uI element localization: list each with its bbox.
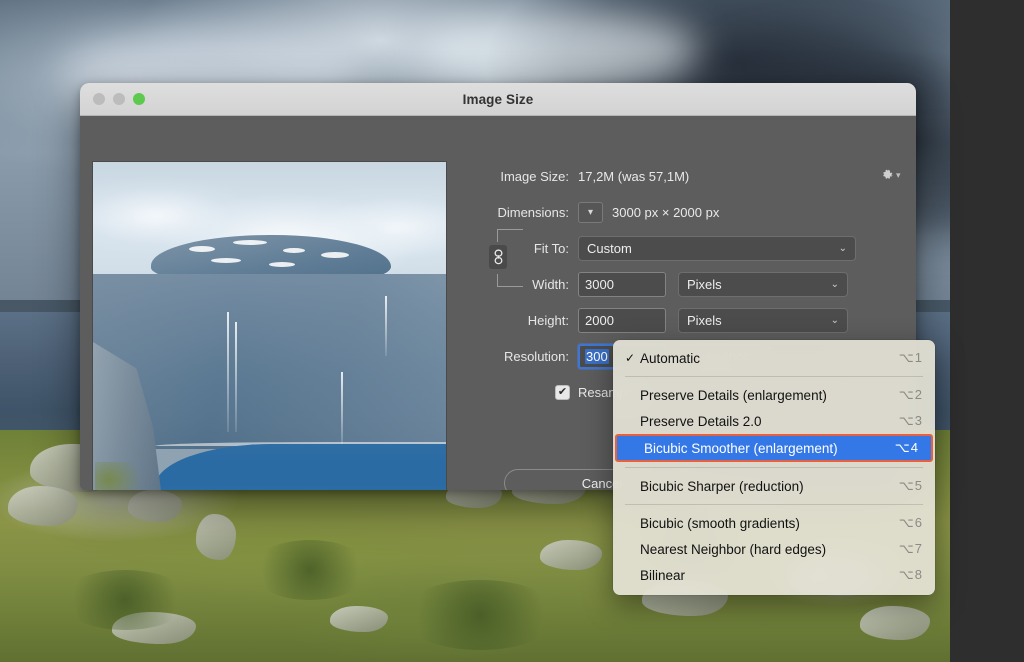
preview-waterfall (385, 296, 387, 356)
menu-item-label: Preserve Details 2.0 (640, 414, 899, 429)
dimensions-value: 3000 px × 2000 px (612, 205, 719, 220)
menu-item-shortcut: ⌥5 (899, 478, 923, 494)
resolution-label: Resolution: (472, 349, 578, 364)
preview-snow (321, 252, 349, 258)
resample-checkbox[interactable]: ✔ (555, 385, 570, 400)
height-unit-select[interactable]: Pixels ⌄ (678, 308, 848, 333)
gear-caret-icon: ▾ (896, 171, 901, 180)
height-value: 2000 (585, 313, 614, 328)
menu-item[interactable]: Bicubic Smoother (enlargement)⌥4 (615, 434, 933, 462)
screen: Image Size (0, 0, 1024, 662)
preview-snow (211, 258, 241, 263)
menu-item-label: Bilinear (640, 568, 899, 583)
rock (860, 606, 930, 640)
preview-waterfall (235, 322, 237, 432)
rock (540, 540, 602, 570)
menu-item[interactable]: Preserve Details (enlargement)⌥2 (613, 382, 935, 408)
menu-item-shortcut: ⌥8 (899, 567, 923, 583)
screen-right-margin (950, 0, 1024, 662)
preview-lake (155, 444, 446, 490)
menu-item[interactable]: Preserve Details 2.0⌥3 (613, 408, 935, 434)
rock (8, 486, 78, 526)
menu-item-label: Nearest Neighbor (hard edges) (640, 542, 899, 557)
menu-item-label: Bicubic Smoother (enlargement) (644, 441, 895, 456)
row-height: Height: 2000 Pixels ⌄ (472, 305, 904, 335)
checkmark-icon: ✔ (558, 387, 567, 398)
row-image-size: Image Size: 17,2M (was 57,1M) (472, 161, 904, 191)
rock (196, 514, 236, 560)
dimensions-chevron-down-icon[interactable]: ▾ (578, 202, 603, 223)
chevron-down-icon: ⌄ (839, 243, 847, 254)
rock (128, 490, 182, 522)
menu-item[interactable]: Bicubic Sharper (reduction)⌥5 (613, 473, 935, 499)
image-size-label: Image Size: (472, 169, 578, 184)
menu-item-label: Automatic (640, 351, 899, 366)
width-input[interactable]: 3000 (578, 272, 666, 297)
preview-waterfall (341, 372, 343, 448)
menu-item-label: Bicubic (smooth gradients) (640, 516, 899, 531)
preview-snow (283, 248, 305, 253)
width-value: 3000 (585, 277, 614, 292)
cloud-wisp (420, 10, 700, 90)
preview-moss (95, 462, 141, 490)
image-preview[interactable] (92, 161, 447, 490)
preview-waterfall (227, 312, 229, 432)
dimensions-label: Dimensions: (472, 205, 578, 220)
dialog-title: Image Size (80, 92, 916, 107)
fit-to-value: Custom (587, 241, 632, 256)
menu-item-label: Preserve Details (enlargement) (640, 388, 899, 403)
row-width: Width: 3000 Pixels ⌄ (472, 269, 904, 299)
menu-item-shortcut: ⌥3 (899, 413, 923, 429)
menu-separator (625, 504, 923, 505)
chevron-down-icon: ⌄ (831, 279, 839, 290)
dialog-titlebar[interactable]: Image Size (80, 83, 916, 116)
width-label: Width: (472, 277, 578, 292)
height-unit-value: Pixels (687, 313, 722, 328)
preview-snow (233, 240, 267, 245)
fit-to-select[interactable]: Custom ⌄ (578, 236, 856, 261)
row-dimensions: Dimensions: ▾ 3000 px × 2000 px (472, 197, 904, 227)
menu-item-shortcut: ⌥7 (899, 541, 923, 557)
width-unit-select[interactable]: Pixels ⌄ (678, 272, 848, 297)
menu-item[interactable]: Bicubic (smooth gradients)⌥6 (613, 510, 935, 536)
preview-snow (189, 246, 215, 252)
menu-separator (625, 376, 923, 377)
height-label: Height: (472, 313, 578, 328)
menu-separator (625, 467, 923, 468)
scrub (400, 580, 560, 650)
menu-item-label: Bicubic Sharper (reduction) (640, 479, 899, 494)
checkmark-icon: ✓ (625, 351, 640, 365)
height-input[interactable]: 2000 (578, 308, 666, 333)
menu-item-shortcut: ⌥6 (899, 515, 923, 531)
image-size-value: 17,2M (was 57,1M) (578, 169, 689, 184)
resample-method-menu: ✓Automatic⌥1 Preserve Details (enlargemen… (613, 340, 935, 595)
menu-item-shortcut: ⌥4 (895, 440, 919, 456)
fit-to-label: Fit To: (472, 241, 578, 256)
rock (330, 606, 388, 632)
chevron-down-icon: ⌄ (831, 315, 839, 326)
menu-item-shortcut: ⌥1 (899, 350, 923, 366)
gear-icon[interactable]: ▾ (880, 165, 902, 185)
menu-item[interactable]: Bilinear⌥8 (613, 562, 935, 588)
menu-item[interactable]: ✓Automatic⌥1 (613, 345, 935, 371)
resolution-value: 300 (585, 349, 609, 364)
menu-item[interactable]: Nearest Neighbor (hard edges)⌥7 (613, 536, 935, 562)
menu-item-shortcut: ⌥2 (899, 387, 923, 403)
scrub (60, 570, 190, 630)
row-fit-to: Fit To: Custom ⌄ (472, 233, 904, 263)
scrub (250, 540, 370, 600)
preview-snow (269, 262, 295, 267)
width-unit-value: Pixels (687, 277, 722, 292)
